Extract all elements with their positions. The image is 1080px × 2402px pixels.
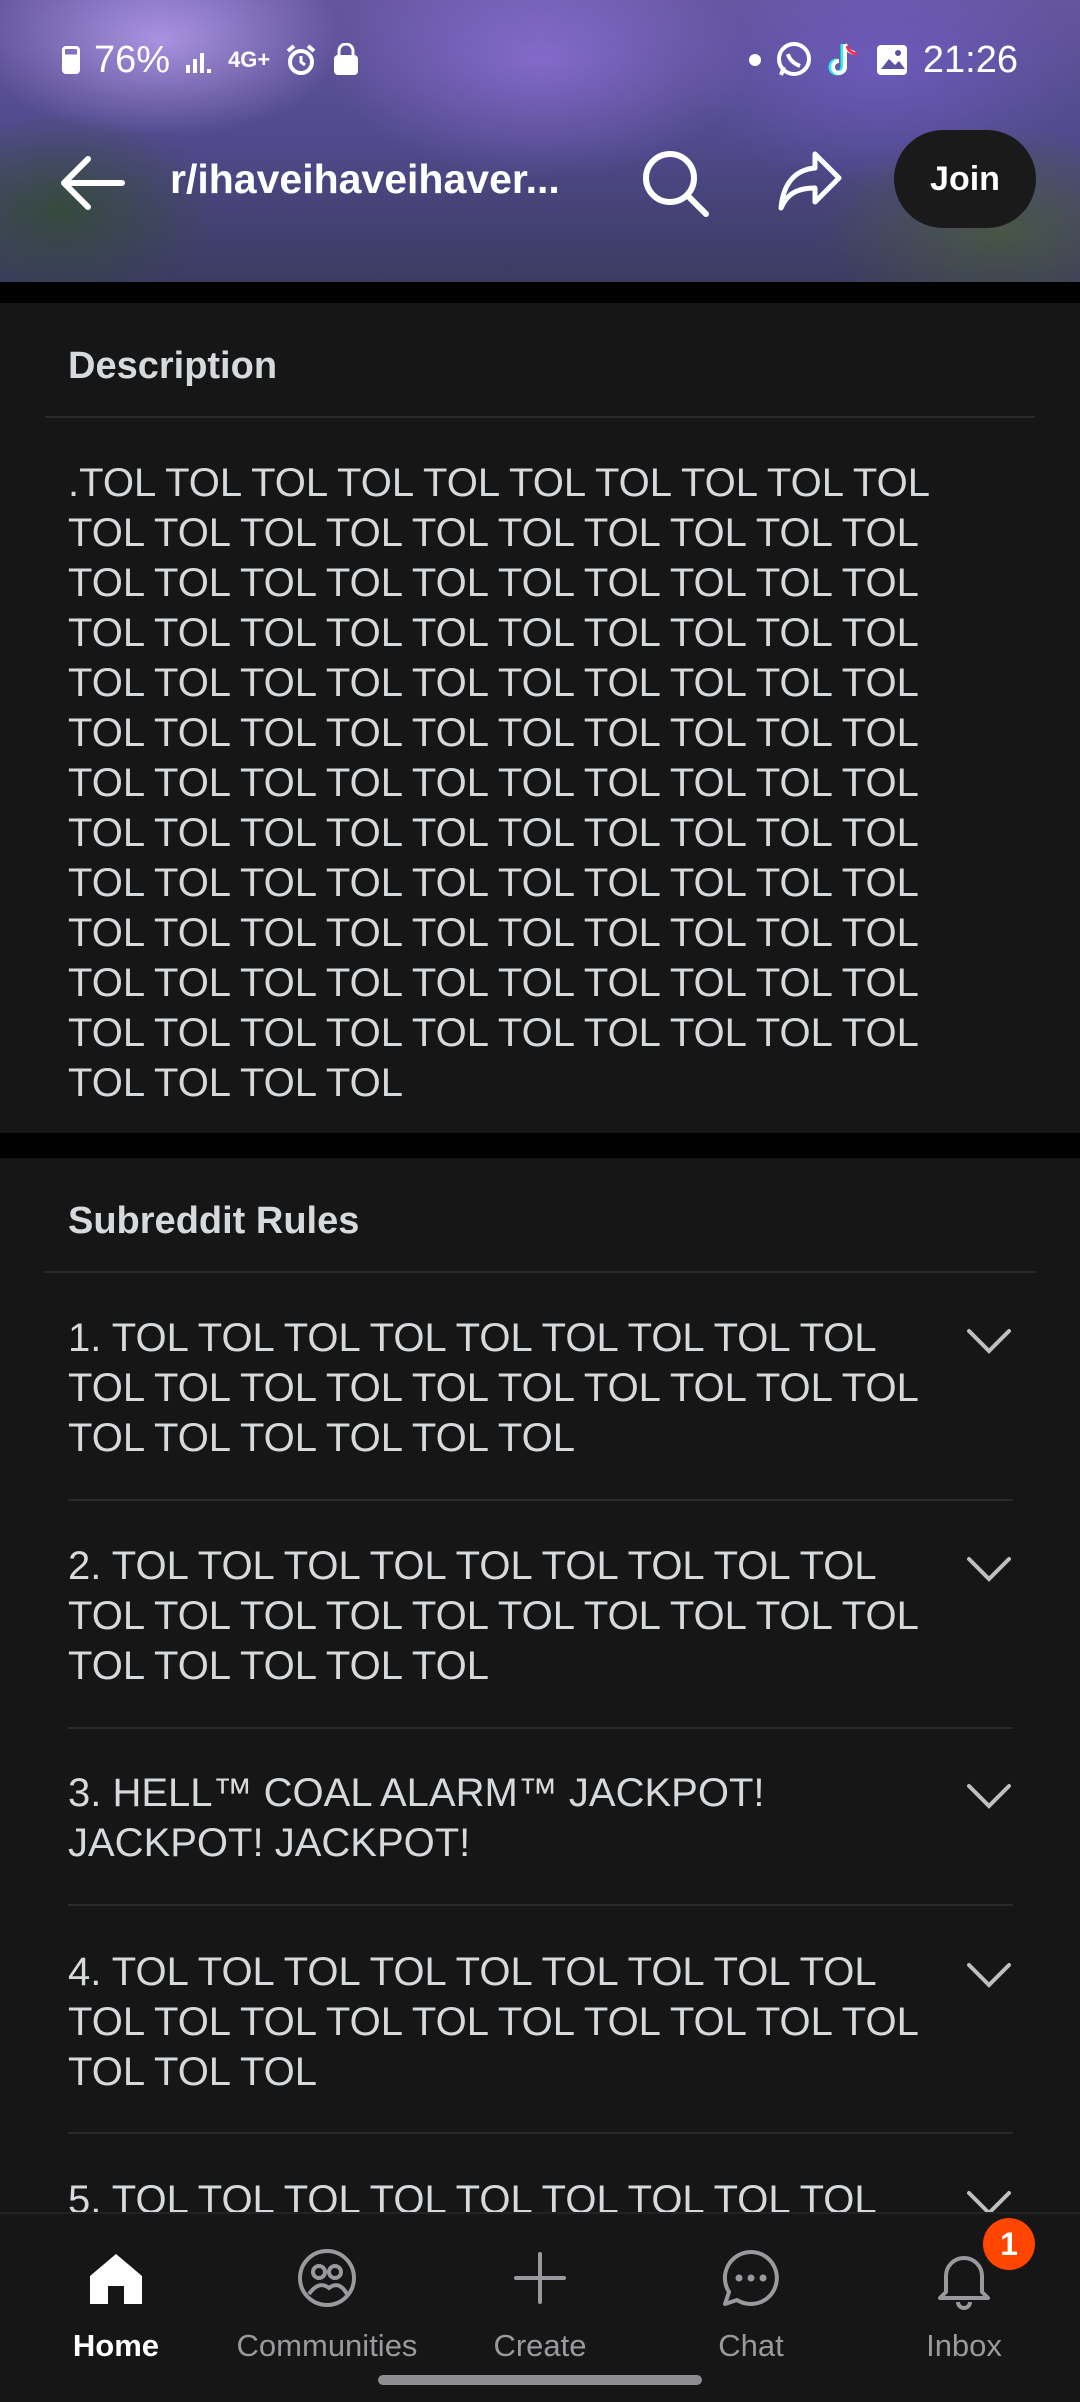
chevron-down-icon (967, 1329, 1011, 1354)
rule-item-3[interactable]: 3. HELL™ COAL ALARM™ JACKPOT! JACKPOT! J… (68, 1768, 1035, 1868)
app-bar: r/ihaveihaveihaver... Join (0, 128, 1080, 238)
inbox-badge: 1 (983, 2218, 1035, 2270)
home-icon (90, 2254, 142, 2304)
rule-text: 4. TOL TOL TOL TOL TOL TOL TOL TOL TOL T… (68, 1950, 918, 2094)
back-button[interactable] (60, 148, 140, 218)
rule-item-4[interactable]: 4. TOL TOL TOL TOL TOL TOL TOL TOL TOL T… (68, 1947, 1035, 2097)
network-type: 4G+ (228, 47, 271, 72)
nav-home-label: Home (72, 2328, 160, 2363)
rule-item-1[interactable]: 1. TOL TOL TOL TOL TOL TOL TOL TOL TOL T… (68, 1313, 1035, 1463)
nav-create[interactable]: Create (440, 2234, 640, 2364)
nav-home[interactable]: Home (16, 2234, 216, 2364)
bottom-nav: Home Communities Create Chat Inbox (0, 2212, 1080, 2402)
description-divider (45, 416, 1035, 418)
communities-icon (298, 2249, 356, 2307)
rule-item-2[interactable]: 2. TOL TOL TOL TOL TOL TOL TOL TOL TOL T… (68, 1541, 1035, 1691)
chevron-down-icon (967, 1963, 1011, 1988)
nav-chat-label: Chat (718, 2328, 784, 2363)
community-header: 76% 4G+ 21:26 r/ihaveihaveihaver... Join (0, 0, 1080, 282)
community-name: r/ihaveihaveihaver... (170, 156, 560, 202)
share-icon (778, 151, 842, 211)
nav-inbox[interactable]: Inbox (864, 2234, 1064, 2364)
nav-communities-label: Communities (236, 2328, 418, 2363)
chevron-down-icon (967, 1557, 1011, 1582)
description-text: .TOL TOL TOL TOL TOL TOL TOL TOL TOL TOL… (68, 461, 929, 1105)
join-button[interactable]: Join (894, 130, 1036, 228)
nav-create-label: Create (493, 2328, 587, 2363)
search-button[interactable] (640, 148, 720, 218)
share-button[interactable] (775, 148, 855, 218)
nav-communities[interactable]: Communities (227, 2234, 427, 2364)
rule-text: 3. HELL™ COAL ALARM™ JACKPOT! JACKPOT! J… (68, 1771, 765, 1865)
plus-icon (514, 2252, 566, 2304)
rules-divider (45, 1271, 1035, 1273)
status-bar: 76% 4G+ 21:26 (0, 28, 1080, 92)
status-right: 21:26 (748, 38, 1018, 82)
whatsapp-icon (776, 42, 811, 76)
rule-divider (68, 1727, 1013, 1729)
vpn-lock-icon (334, 43, 359, 75)
battery-level: 76% (94, 38, 171, 81)
rule-text: 2. TOL TOL TOL TOL TOL TOL TOL TOL TOL T… (68, 1544, 918, 1688)
gallery-icon (876, 45, 907, 75)
rule-divider (68, 2132, 1013, 2134)
rule-divider (68, 1499, 1013, 1501)
home-indicator[interactable] (378, 2375, 702, 2385)
rules-heading: Subreddit Rules (68, 1200, 360, 1242)
rule-text: 5. TOL TOL TOL TOL TOL TOL TOL TOL TOL (68, 2178, 877, 2212)
signal-icon (186, 53, 212, 73)
chevron-down-icon (967, 2191, 1011, 2212)
description-heading: Description (68, 345, 278, 387)
back-arrow-icon (61, 156, 125, 210)
description-card: Description .TOL TOL TOL TOL TOL TOL TOL… (0, 303, 1080, 1133)
battery-icon (62, 46, 80, 74)
notification-dot-icon (748, 54, 761, 66)
rule-text: 1. TOL TOL TOL TOL TOL TOL TOL TOL TOL T… (68, 1316, 918, 1460)
nav-inbox-label: Inbox (926, 2328, 1002, 2363)
tiktok-icon (828, 43, 858, 76)
search-icon (643, 151, 709, 217)
clock-time: 21:26 (922, 38, 1018, 81)
rules-card: Subreddit Rules 1. TOL TOL TOL TOL TOL T… (0, 1158, 1080, 2212)
status-left: 76% 4G+ (62, 39, 360, 82)
chevron-down-icon (967, 1784, 1011, 1809)
rule-divider (68, 1904, 1013, 1906)
nav-chat[interactable]: Chat (651, 2234, 851, 2364)
chat-icon (722, 2249, 779, 2306)
alarm-icon (286, 44, 316, 75)
rule-item-5[interactable]: 5. TOL TOL TOL TOL TOL TOL TOL TOL TOL (68, 2175, 1035, 2212)
